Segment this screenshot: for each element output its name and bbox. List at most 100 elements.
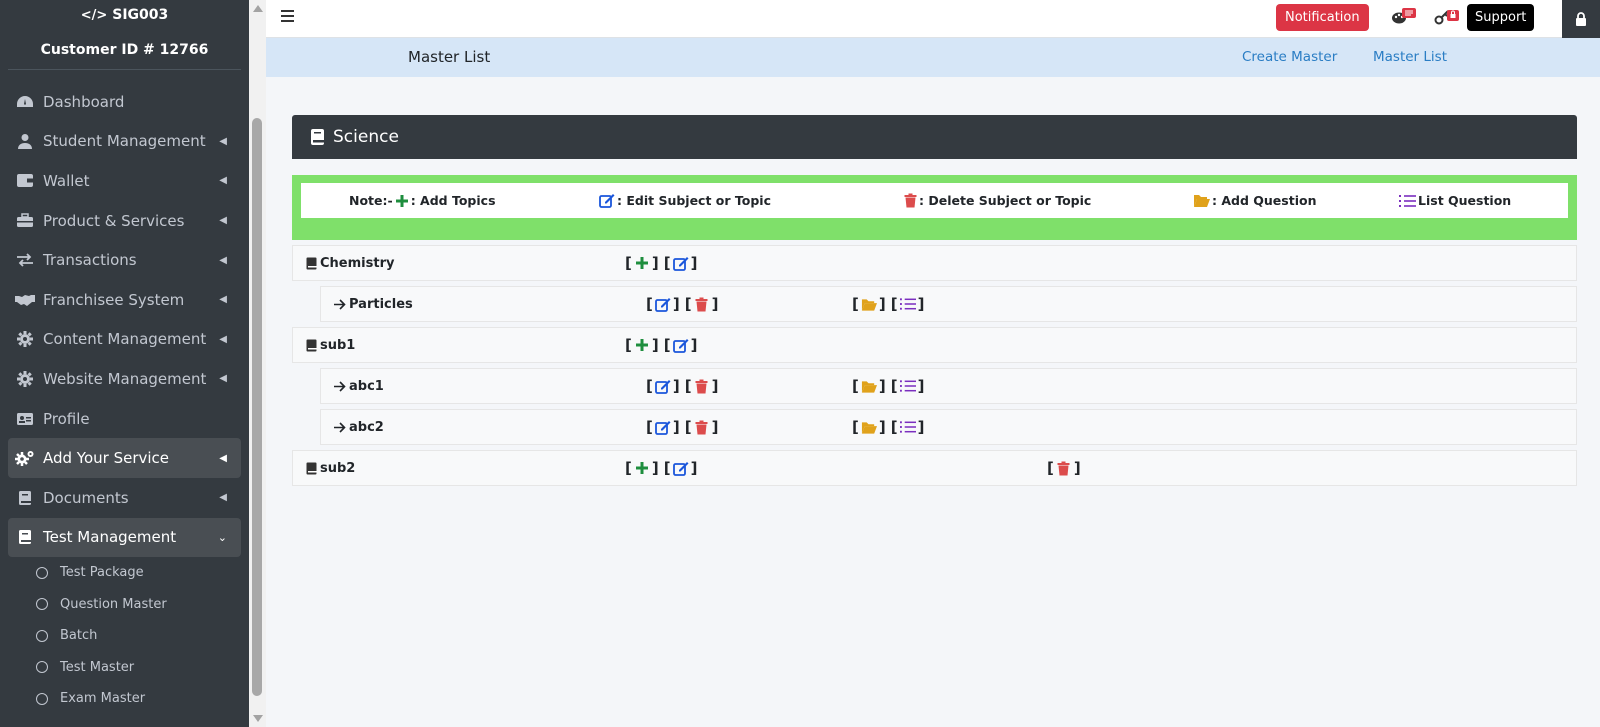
- chevron-left-icon: ◀: [219, 373, 227, 385]
- support-button[interactable]: Support: [1467, 4, 1535, 31]
- book-icon: [306, 339, 317, 352]
- lock-icon: [1575, 12, 1587, 26]
- topic-question-actions: [] []: [852, 418, 925, 436]
- folder-open-icon[interactable]: [861, 378, 877, 394]
- sub-item-exam-master[interactable]: Exam Master: [36, 683, 249, 715]
- folder-open-icon[interactable]: [861, 296, 877, 312]
- code-icon: </>: [80, 7, 108, 23]
- edit-icon[interactable]: [672, 460, 689, 476]
- legend-list-question-label: List Question: [1418, 193, 1512, 208]
- sidebar-item-label: Transactions: [43, 251, 137, 270]
- lock-button[interactable]: [1562, 0, 1600, 38]
- sidebar-item-product-services[interactable]: Product & Services ◀: [8, 201, 241, 241]
- sidebar-item-dashboard[interactable]: Dashboard: [8, 82, 241, 122]
- list-icon[interactable]: [899, 296, 916, 312]
- edit-icon[interactable]: [672, 337, 689, 353]
- subject-delete-action: []: [1047, 459, 1081, 477]
- sidebar-item-website-management[interactable]: Website Management ◀: [8, 359, 241, 399]
- sidebar-item-franchisee-system[interactable]: Franchisee System ◀: [8, 280, 241, 320]
- topic-name: abc2: [349, 419, 384, 435]
- subject-label: sub1: [306, 338, 355, 353]
- trash-icon[interactable]: [694, 419, 710, 435]
- sub-item-test-package[interactable]: Test Package: [36, 557, 249, 589]
- sidebar-item-documents[interactable]: Documents ◀: [8, 478, 241, 518]
- test-management-submenu: Test Package Question Master Batch Test …: [0, 557, 249, 715]
- legend-edit-label: : Edit Subject or Topic: [617, 193, 771, 208]
- legend-delete-label: : Delete Subject or Topic: [919, 193, 1092, 208]
- trash-icon[interactable]: [694, 296, 710, 312]
- topic-edit-actions: [] []: [646, 418, 719, 436]
- sidebar-item-add-your-service[interactable]: Add Your Service ◀: [8, 438, 241, 478]
- chevron-left-icon: ◀: [219, 215, 227, 227]
- arrow-right-icon: [334, 380, 346, 392]
- list-icon[interactable]: [899, 419, 916, 435]
- gears-icon: [14, 450, 36, 467]
- user-icon: [14, 133, 36, 150]
- circle-icon: [36, 661, 48, 674]
- arrow-right-icon: [334, 298, 346, 310]
- sub-item-label: Question Master: [60, 596, 167, 612]
- subject-name: Chemistry: [320, 255, 395, 271]
- brand[interactable]: </> SIG003: [0, 0, 249, 30]
- edit-icon[interactable]: [654, 296, 671, 312]
- scroll-thumb[interactable]: [252, 118, 262, 696]
- trash-icon[interactable]: [694, 378, 710, 394]
- sidebar-item-student-management[interactable]: Student Management ◀: [8, 122, 241, 162]
- scroll-down-arrow-icon[interactable]: [253, 715, 263, 722]
- trash-icon[interactable]: [1056, 460, 1072, 476]
- notification-button[interactable]: Notification: [1276, 4, 1369, 31]
- plus-icon: [395, 194, 409, 208]
- topic-row: abc2 [] [] [] []: [320, 409, 1577, 445]
- id-card-icon: [14, 412, 36, 426]
- edit-icon[interactable]: [654, 419, 671, 435]
- edit-icon[interactable]: [672, 255, 689, 271]
- sidebar-item-content-management[interactable]: Content Management ◀: [8, 320, 241, 360]
- create-master-link[interactable]: Create Master: [1242, 49, 1337, 65]
- legend-delete: : Delete Subject or Topic: [904, 193, 1091, 208]
- legend-add-topics: Note:- : Add Topics: [349, 193, 496, 208]
- card-title: Science: [333, 127, 399, 147]
- palette-message-icon[interactable]: [1391, 7, 1417, 25]
- list-icon: [1399, 194, 1416, 208]
- card-header: Science: [292, 115, 1577, 159]
- topic-label: Particles: [334, 297, 413, 312]
- add-topic-plus-icon[interactable]: [634, 255, 650, 271]
- subject-actions: [] []: [625, 459, 698, 477]
- hamburger-menu-icon[interactable]: [281, 10, 294, 22]
- chevron-left-icon: ◀: [219, 333, 227, 345]
- sidebar-item-wallet[interactable]: Wallet ◀: [8, 161, 241, 201]
- page-title: Master List: [408, 48, 491, 66]
- sidebar-item-profile[interactable]: Profile: [8, 399, 241, 439]
- sidebar-item-label: Test Management: [43, 528, 177, 547]
- edit-icon[interactable]: [654, 378, 671, 394]
- circle-icon: [36, 629, 48, 642]
- sub-item-label: Test Package: [60, 565, 144, 581]
- sub-item-test-master[interactable]: Test Master: [36, 652, 249, 684]
- key-lock-icon[interactable]: [1434, 7, 1460, 25]
- circle-icon: [36, 566, 48, 579]
- sidebar-scrollbar[interactable]: [249, 0, 266, 727]
- subject-row: sub1 [] []: [292, 327, 1577, 363]
- sub-item-label: Test Master: [60, 659, 135, 675]
- subject-label: Chemistry: [306, 256, 394, 271]
- sidebar-item-test-management[interactable]: Test Management ⌄: [8, 517, 241, 558]
- sub-item-question-master[interactable]: Question Master: [36, 589, 249, 621]
- sidebar-item-transactions[interactable]: Transactions ◀: [8, 240, 241, 280]
- add-topic-plus-icon[interactable]: [634, 460, 650, 476]
- subject-row: Chemistry [] []: [292, 245, 1577, 281]
- topic-row: abc1 [] [] [] []: [320, 368, 1577, 404]
- chevron-left-icon: ◀: [219, 452, 227, 464]
- sub-item-batch[interactable]: Batch: [36, 620, 249, 652]
- toolbox-icon: [14, 213, 36, 228]
- list-icon[interactable]: [899, 378, 916, 394]
- scroll-up-arrow-icon[interactable]: [253, 5, 263, 12]
- master-list-link[interactable]: Master List: [1373, 49, 1447, 65]
- folder-open-icon[interactable]: [861, 419, 877, 435]
- add-topic-plus-icon[interactable]: [634, 337, 650, 353]
- edit-icon: [599, 193, 615, 208]
- chevron-left-icon: ◀: [219, 254, 227, 266]
- sidebar-nav: Dashboard Student Management ◀ Wallet ◀ …: [0, 70, 249, 558]
- chevron-left-icon: ◀: [219, 492, 227, 504]
- subject-actions: [] []: [625, 336, 698, 354]
- sidebar-item-label: Profile: [43, 409, 90, 428]
